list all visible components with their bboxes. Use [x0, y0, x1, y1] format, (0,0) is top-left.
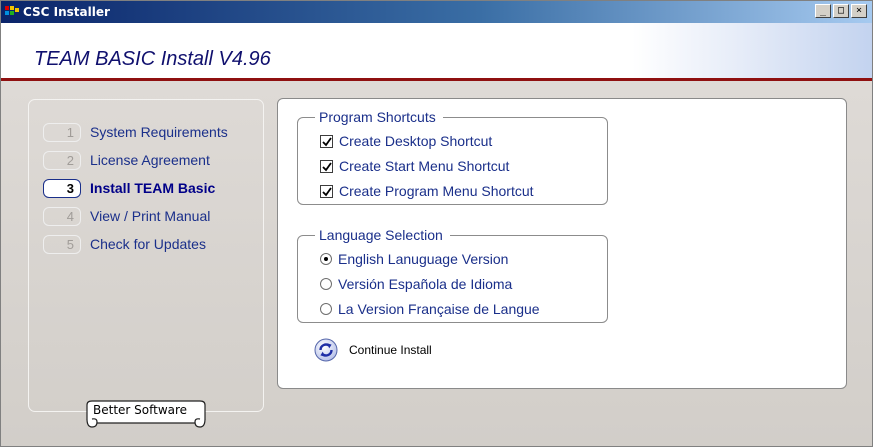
language-selection-group: Language Selection English Lanuguage Ver…	[297, 227, 608, 323]
better-software-banner: Better Software	[83, 399, 209, 429]
step-check-for-updates[interactable]: 5 Check for Updates	[43, 234, 206, 254]
continue-install-button[interactable]: Continue Install	[314, 338, 432, 362]
option-label: Create Program Menu Shortcut	[339, 183, 534, 199]
header-gradient	[632, 23, 872, 78]
step-license-agreement[interactable]: 2 License Agreement	[43, 150, 210, 170]
step-label: License Agreement	[90, 152, 210, 168]
window-controls: _ □ ×	[815, 4, 867, 18]
title-bar[interactable]: CSC Installer _ □ ×	[1, 1, 872, 23]
window-title: CSC Installer	[23, 5, 110, 19]
banner-text: Better Software	[93, 403, 188, 417]
language-option-english[interactable]: English Lanuguage Version	[320, 251, 508, 267]
step-install-team-basic[interactable]: 3 Install TEAM Basic	[43, 178, 215, 198]
check-icon	[322, 161, 332, 171]
program-shortcuts-group: Program Shortcuts Create Desktop Shortcu…	[297, 109, 608, 205]
french-radio[interactable]	[320, 303, 332, 315]
step-label: Install TEAM Basic	[90, 180, 216, 196]
step-number: 4	[43, 206, 81, 226]
step-label: System Requirements	[90, 124, 228, 140]
minimize-button[interactable]: _	[815, 4, 831, 18]
start-menu-shortcut-option[interactable]: Create Start Menu Shortcut	[320, 158, 509, 174]
option-label: English Lanuguage Version	[338, 251, 509, 267]
step-number: 5	[43, 234, 81, 254]
english-radio[interactable]	[320, 253, 332, 265]
step-system-requirements[interactable]: 1 System Requirements	[43, 122, 228, 142]
continue-install-label: Continue Install	[349, 343, 432, 357]
check-icon	[322, 136, 332, 146]
spanish-radio[interactable]	[320, 278, 332, 290]
close-button[interactable]: ×	[851, 4, 867, 18]
app-icon	[5, 6, 19, 18]
steps-sidebar: 1 System Requirements 2 License Agreemen…	[28, 99, 264, 412]
check-icon	[322, 186, 332, 196]
step-label: View / Print Manual	[90, 208, 211, 224]
step-view-print-manual[interactable]: 4 View / Print Manual	[43, 206, 210, 226]
desktop-shortcut-checkbox[interactable]	[320, 134, 333, 148]
language-option-french[interactable]: La Version Française de Langue	[320, 301, 540, 317]
page-title: TEAM BASIC Install V4.96	[34, 48, 271, 70]
maximize-button[interactable]: □	[833, 4, 849, 18]
group-title: Language Selection	[315, 227, 450, 243]
step-number: 2	[43, 150, 81, 170]
step-number: 3	[43, 178, 81, 198]
option-label: Versión Española de Idioma	[338, 276, 513, 292]
program-menu-shortcut-option[interactable]: Create Program Menu Shortcut	[320, 183, 534, 199]
option-label: Create Desktop Shortcut	[339, 133, 493, 149]
program-menu-shortcut-checkbox[interactable]	[320, 184, 333, 198]
option-label: Create Start Menu Shortcut	[339, 158, 510, 174]
start-menu-shortcut-checkbox[interactable]	[320, 159, 333, 173]
step-label: Check for Updates	[90, 236, 206, 252]
language-option-spanish[interactable]: Versión Española de Idioma	[320, 276, 512, 292]
group-title: Program Shortcuts	[315, 109, 443, 125]
installer-window: CSC Installer _ □ × TEAM BASIC Install V…	[0, 0, 873, 447]
header-banner: TEAM BASIC Install V4.96	[1, 23, 872, 78]
install-options-panel: Program Shortcuts Create Desktop Shortcu…	[277, 98, 847, 389]
desktop-shortcut-option[interactable]: Create Desktop Shortcut	[320, 133, 492, 149]
refresh-arrows-icon	[314, 338, 338, 362]
step-number: 1	[43, 122, 81, 142]
content-area: 1 System Requirements 2 License Agreemen…	[1, 81, 872, 446]
option-label: La Version Française de Langue	[338, 301, 540, 317]
